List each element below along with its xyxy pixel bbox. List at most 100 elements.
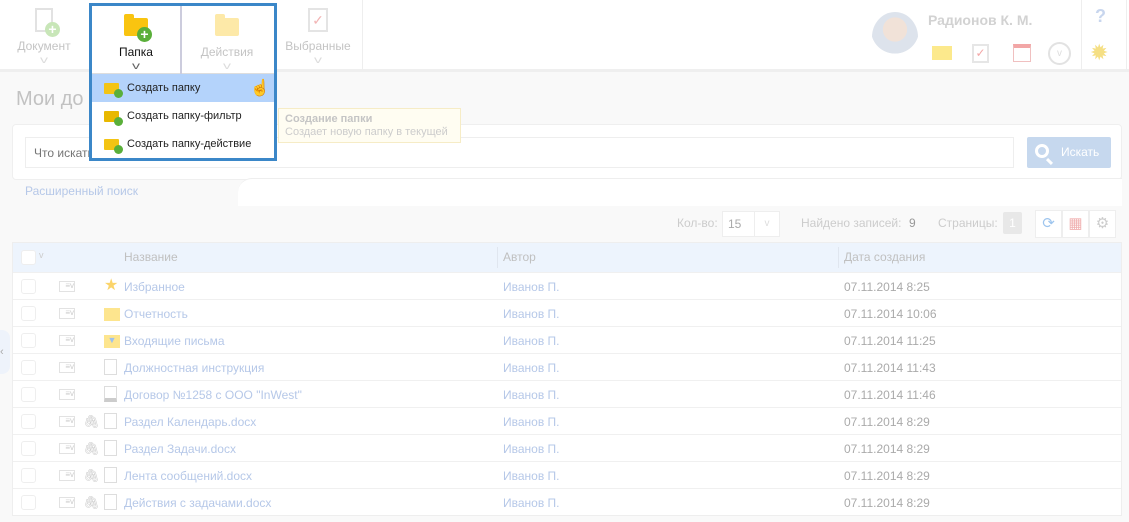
action-folder-plus-icon bbox=[104, 138, 123, 154]
row-date: 07.11.2014 11:43 bbox=[844, 361, 936, 375]
file-icon bbox=[104, 413, 119, 430]
row-menu-icon[interactable]: ≡v bbox=[59, 497, 75, 508]
file-icon bbox=[104, 467, 119, 484]
row-author-link[interactable]: Иванов П. bbox=[503, 388, 560, 402]
table-row[interactable]: ≡v 🖇 Раздел Задачи.docx Иванов П. 07.11.… bbox=[13, 434, 1121, 461]
row-date: 07.11.2014 10:06 bbox=[844, 307, 937, 321]
row-name-link[interactable]: Действия с задачами.docx bbox=[124, 496, 271, 510]
calendar-icon[interactable] bbox=[1013, 44, 1031, 62]
create-folder-item[interactable]: Создать папку ☝ bbox=[92, 74, 274, 102]
column-width-icon[interactable]: ▦ bbox=[1062, 210, 1089, 238]
row-checkbox[interactable] bbox=[21, 360, 36, 375]
document-icon bbox=[104, 359, 119, 376]
favorites-button[interactable]: ✓ Выбранные v bbox=[275, 0, 361, 70]
document-button[interactable]: + Документ v bbox=[0, 0, 88, 70]
favorites-icon: ✓ bbox=[303, 8, 333, 36]
table-row[interactable]: ≡v Договор №1258 с ООО "InWest" Иванов П… bbox=[13, 380, 1121, 407]
column-date[interactable]: Дата создания bbox=[844, 250, 925, 264]
row-menu-icon[interactable]: ≡v bbox=[59, 308, 75, 319]
table-header: v Название Автор Дата создания bbox=[13, 243, 1121, 272]
table-row[interactable]: ≡v ★ Избранное Иванов П. 07.11.2014 8:25 bbox=[13, 272, 1121, 299]
row-menu-icon[interactable]: ≡v bbox=[59, 362, 75, 373]
row-date: 07.11.2014 11:46 bbox=[844, 388, 936, 402]
attachment-clip-icon: 🖇 bbox=[83, 441, 100, 456]
row-author-link[interactable]: Иванов П. bbox=[503, 307, 560, 321]
row-checkbox[interactable] bbox=[21, 387, 36, 402]
folder-dropdown: + Папка v Действия v Создать папку ☝ Создат… bbox=[89, 3, 277, 161]
row-name-link[interactable]: Лента сообщений.docx bbox=[124, 469, 252, 483]
create-filter-folder-item[interactable]: Создать папку-фильтр bbox=[92, 102, 274, 130]
row-checkbox[interactable] bbox=[21, 333, 36, 348]
folder-plus-icon bbox=[104, 82, 123, 98]
row-menu-icon[interactable]: ≡v bbox=[59, 335, 75, 346]
row-date: 07.11.2014 8:29 bbox=[844, 415, 930, 429]
settings-gear-icon[interactable]: ✹ bbox=[1090, 40, 1108, 66]
row-author-link[interactable]: Иванов П. bbox=[503, 442, 560, 456]
mail-icon[interactable] bbox=[932, 46, 952, 60]
row-checkbox[interactable] bbox=[21, 279, 36, 294]
file-icon bbox=[104, 440, 119, 457]
row-author-link[interactable]: Иванов П. bbox=[503, 496, 560, 510]
row-menu-icon[interactable]: ≡v bbox=[59, 389, 75, 400]
table-row[interactable]: ≡v Должностная инструкция Иванов П. 07.1… bbox=[13, 353, 1121, 380]
attachment-clip-icon: 🖇 bbox=[83, 468, 100, 483]
page-1-button[interactable]: 1 bbox=[1003, 212, 1022, 234]
row-name-link[interactable]: Должностная инструкция bbox=[124, 361, 264, 375]
documents-table: v Название Автор Дата создания ≡v ★ Избр… bbox=[12, 242, 1122, 516]
table-settings-gear-icon[interactable]: ⚙ bbox=[1089, 210, 1116, 238]
row-author-link[interactable]: Иванов П. bbox=[503, 361, 560, 375]
tooltip: Создание папки Создает новую папку в теку… bbox=[278, 108, 461, 143]
table-row[interactable]: ≡v 🖇 Лента сообщений.docx Иванов П. 07.1… bbox=[13, 461, 1121, 488]
avatar[interactable] bbox=[872, 12, 918, 62]
advanced-search-link[interactable]: Расширенный поиск bbox=[25, 184, 138, 198]
row-name-link[interactable]: Отчетность bbox=[124, 307, 188, 321]
row-checkbox[interactable] bbox=[21, 495, 36, 510]
row-author-link[interactable]: Иванов П. bbox=[503, 469, 560, 483]
actions-button[interactable]: Действия v bbox=[182, 6, 272, 76]
tasks-icon[interactable]: ✓ bbox=[972, 44, 989, 63]
row-name-link[interactable]: Входящие письма bbox=[124, 334, 225, 348]
row-author-link[interactable]: Иванов П. bbox=[503, 280, 560, 294]
row-author-link[interactable]: Иванов П. bbox=[503, 415, 560, 429]
row-menu-icon[interactable]: ≡v bbox=[59, 416, 75, 427]
more-icon[interactable]: v bbox=[1048, 42, 1071, 65]
refresh-icon[interactable]: ⟳ bbox=[1035, 210, 1062, 238]
table-row[interactable]: ≡v 🖇 Раздел Календарь.docx Иванов П. 07.… bbox=[13, 407, 1121, 434]
row-name-link[interactable]: Раздел Задачи.docx bbox=[124, 442, 236, 456]
file-icon bbox=[104, 494, 119, 511]
row-name-link[interactable]: Избранное bbox=[124, 280, 185, 294]
page-size-select[interactable]: 15 v bbox=[722, 211, 780, 237]
folder-icon bbox=[104, 305, 120, 322]
row-menu-icon[interactable]: ≡v bbox=[59, 443, 75, 454]
row-checkbox[interactable] bbox=[21, 468, 36, 483]
row-author-link[interactable]: Иванов П. bbox=[503, 334, 560, 348]
attachment-clip-icon: 🖇 bbox=[83, 414, 100, 429]
table-row[interactable]: ≡v 🖇 Действия с задачами.docx Иванов П. … bbox=[13, 488, 1121, 515]
chevron-down-icon: v bbox=[754, 212, 779, 236]
column-author[interactable]: Автор bbox=[503, 250, 536, 264]
row-checkbox[interactable] bbox=[21, 441, 36, 456]
create-action-folder-item[interactable]: Создать папку-действие bbox=[92, 130, 274, 158]
linked-document-icon bbox=[104, 386, 119, 403]
hand-cursor-icon: ☝ bbox=[250, 80, 270, 97]
new-document-icon: + bbox=[29, 8, 60, 37]
select-all-checkbox[interactable] bbox=[21, 250, 36, 265]
table-row[interactable]: ≡v ▼ Входящие письма Иванов П. 07.11.201… bbox=[13, 326, 1121, 353]
help-icon[interactable]: ? bbox=[1095, 6, 1106, 27]
search-button[interactable]: Искать bbox=[1027, 137, 1111, 168]
collapse-sidebar-handle[interactable]: ‹ bbox=[0, 330, 10, 374]
row-checkbox[interactable] bbox=[21, 414, 36, 429]
row-menu-icon[interactable]: ≡v bbox=[59, 281, 75, 292]
row-name-link[interactable]: Договор №1258 с ООО "InWest" bbox=[124, 388, 302, 402]
row-menu-icon[interactable]: ≡v bbox=[59, 470, 75, 481]
attachment-clip-icon: 🖇 bbox=[83, 495, 100, 510]
column-name[interactable]: Название bbox=[124, 250, 178, 264]
table-row[interactable]: ≡v Отчетность Иванов П. 07.11.2014 10:06 bbox=[13, 299, 1121, 326]
row-name-link[interactable]: Раздел Календарь.docx bbox=[124, 415, 256, 429]
row-date: 07.11.2014 8:29 bbox=[844, 469, 930, 483]
row-date: 07.11.2014 11:25 bbox=[844, 334, 936, 348]
row-checkbox[interactable] bbox=[21, 306, 36, 321]
filter-folder-plus-icon bbox=[104, 110, 123, 126]
user-name[interactable]: Радионов К. М. bbox=[928, 12, 1032, 28]
chevron-down-icon: v bbox=[223, 61, 231, 72]
